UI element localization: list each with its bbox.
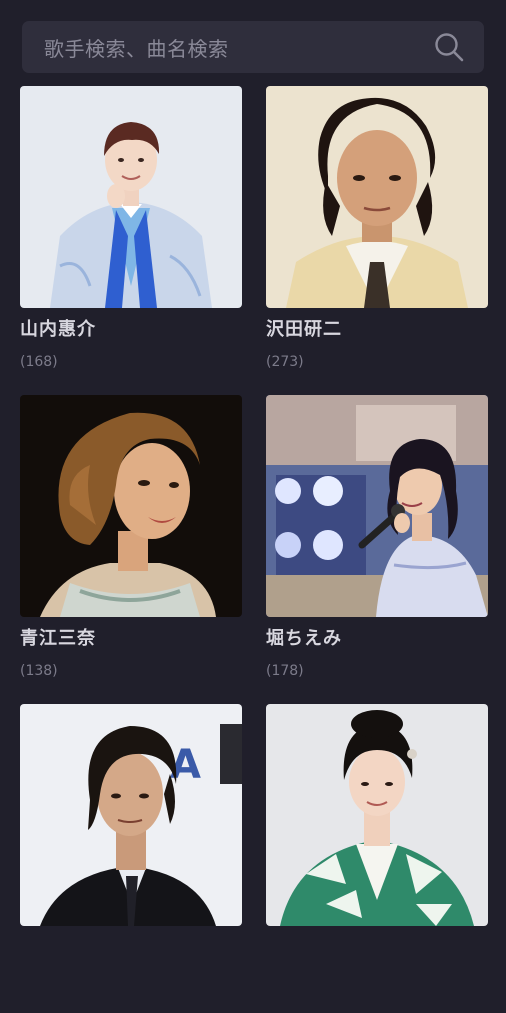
song-count: (178) <box>266 663 304 679</box>
artist-card[interactable]: 山内惠介 (168) <box>20 86 242 395</box>
artist-name: 山内惠介 <box>20 319 96 340</box>
artist-photo[interactable] <box>266 395 488 617</box>
artist-name <box>20 935 242 961</box>
artist-photo[interactable] <box>266 704 488 926</box>
search-input[interactable]: 歌手検索、曲名検索 <box>44 33 432 62</box>
artist-card[interactable]: 堀ちえみ (178) <box>266 395 488 704</box>
artist-name: 青江三奈 <box>20 628 96 649</box>
artist-grid: 山内惠介 (168) 沢田研二 (273) 青江三奈 (138) 堀ちえみ (1… <box>20 86 488 1013</box>
artist-name: 沢田研二 <box>266 319 342 340</box>
song-count <box>20 970 242 990</box>
search-icon[interactable] <box>432 30 466 64</box>
artist-card[interactable] <box>266 704 488 1013</box>
artist-card[interactable]: A <box>20 704 242 1013</box>
artist-name: 堀ちえみ <box>266 628 342 649</box>
artist-photo[interactable] <box>266 86 488 308</box>
song-count: (138) <box>20 663 58 679</box>
artist-photo[interactable]: A <box>20 704 242 926</box>
artist-name <box>266 935 488 961</box>
artist-card[interactable]: 沢田研二 (273) <box>266 86 488 395</box>
search-bar[interactable]: 歌手検索、曲名検索 <box>22 21 484 73</box>
artist-card[interactable]: 青江三奈 (138) <box>20 395 242 704</box>
song-count: (273) <box>266 354 304 370</box>
song-count: (168) <box>20 354 58 370</box>
artist-photo[interactable] <box>20 395 242 617</box>
artist-photo[interactable] <box>20 86 242 308</box>
song-count <box>266 970 488 990</box>
